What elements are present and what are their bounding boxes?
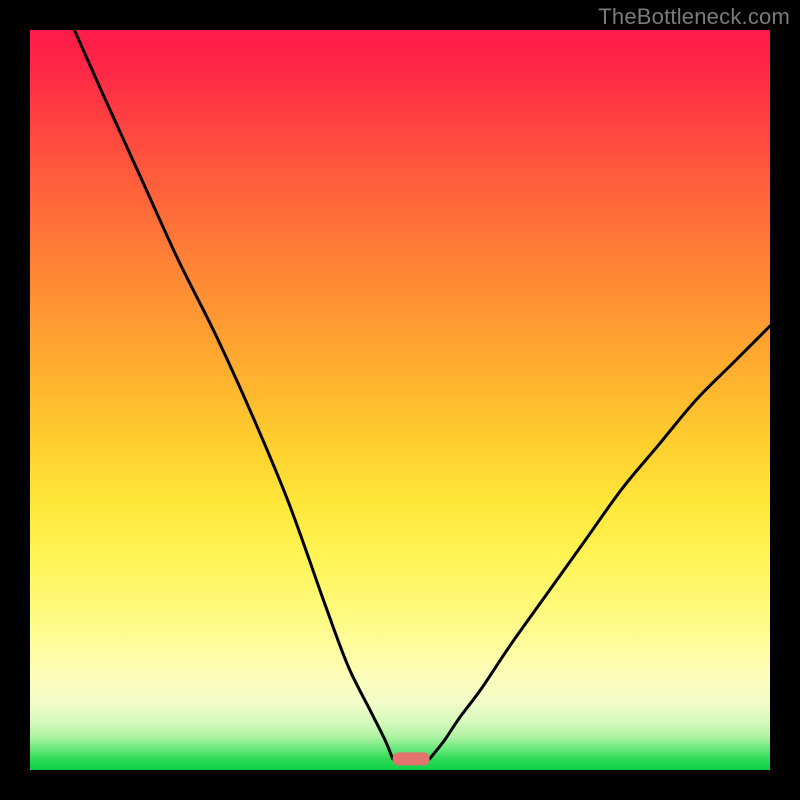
plot-area [30, 30, 770, 770]
optimum-marker [393, 752, 430, 765]
chart-frame: TheBottleneck.com [0, 0, 800, 800]
bottleneck-curve [30, 30, 770, 770]
watermark-text: TheBottleneck.com [598, 4, 790, 30]
curve-right-branch [430, 326, 770, 759]
curve-left-branch [74, 30, 392, 759]
